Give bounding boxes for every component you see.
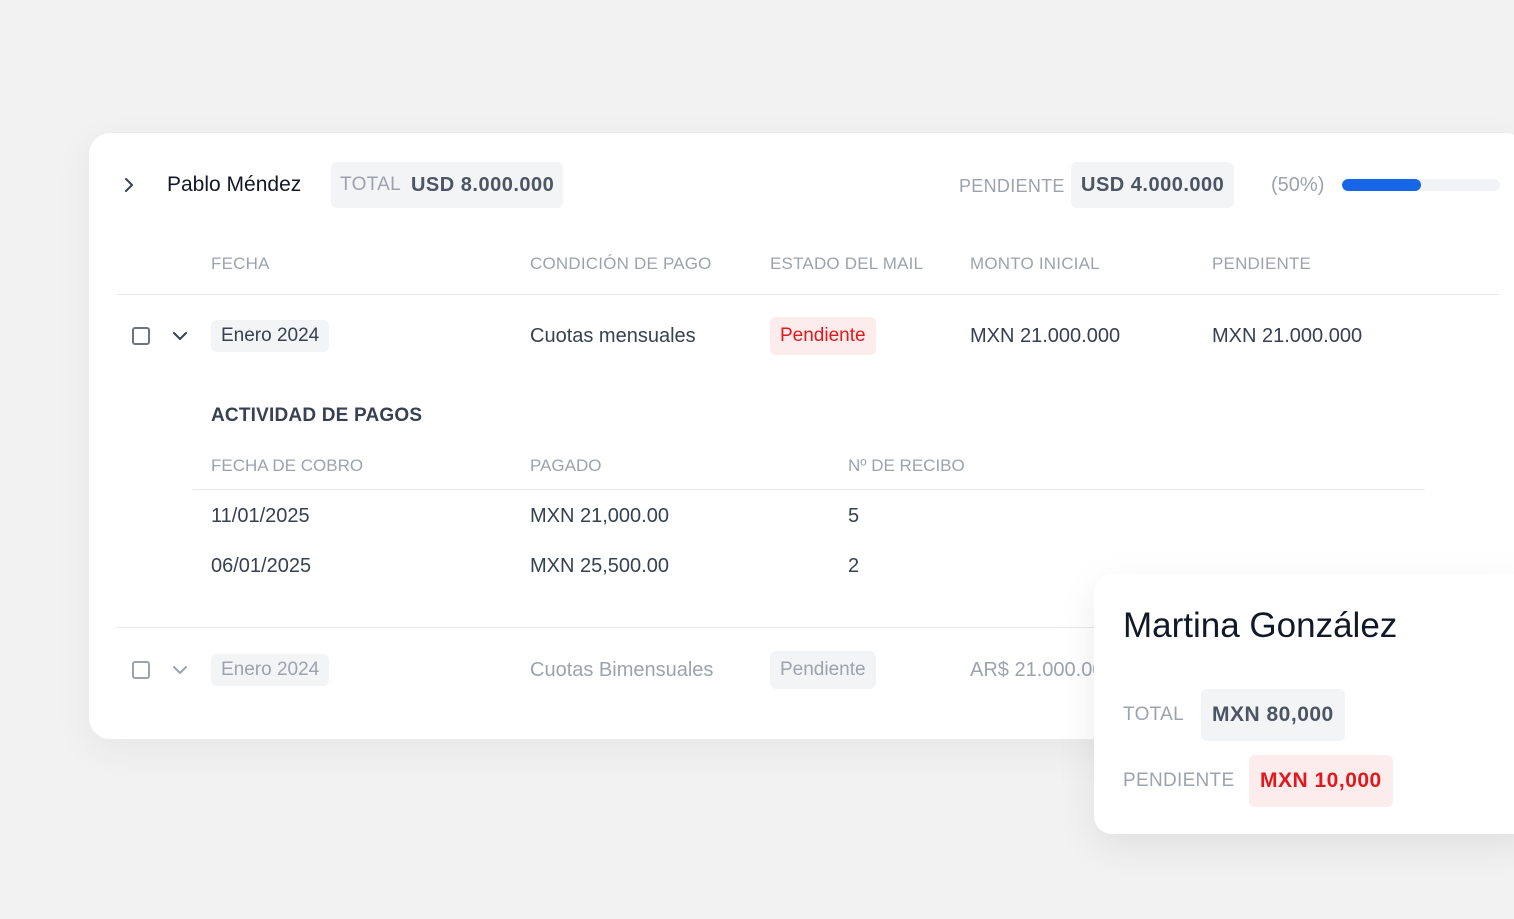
pending-label: PENDIENTE — [959, 176, 1065, 196]
col-header-condicion[interactable]: CONDICIÓN DE PAGO — [530, 254, 712, 274]
chevron-right-icon[interactable] — [119, 175, 139, 195]
payment-amount: MXN 21,000.00 — [530, 505, 669, 527]
popover-total-label: TOTAL — [1123, 704, 1184, 725]
row-condicion: Cuotas mensuales — [530, 325, 696, 347]
col-header-fecha[interactable]: FECHA — [211, 254, 270, 274]
row-condicion: Cuotas Bimensuales — [530, 659, 714, 681]
payment-date: 11/01/2025 — [211, 505, 310, 527]
pending-progress-fill — [1342, 179, 1421, 191]
total-badge: TOTAL USD 8.000.000 — [331, 162, 564, 208]
payment-receipt: 5 — [848, 505, 860, 527]
client-name: Pablo Méndez — [167, 173, 302, 196]
chevron-down-icon[interactable] — [170, 326, 190, 346]
row-monto: MXN 21.000.000 — [970, 325, 1121, 347]
popover-total-value: MXN 80,000 — [1201, 689, 1345, 741]
col-header-estado[interactable]: ESTADO DEL MAIL — [770, 254, 923, 274]
status-badge: Pendiente — [770, 317, 876, 355]
header-divider — [117, 294, 1499, 295]
payment-date: 06/01/2025 — [211, 555, 312, 577]
sub-header-pagado: PAGADO — [530, 456, 602, 475]
pending-progress-bar — [1342, 179, 1500, 191]
payment-receipt: 2 — [848, 555, 860, 577]
status-badge: Pendiente — [770, 651, 876, 689]
row-checkbox[interactable] — [132, 661, 150, 679]
payment-amount: MXN 25,500.00 — [530, 555, 669, 577]
row-date: Enero 2024 — [211, 654, 330, 686]
pending-badge: USD 4.000.000 — [1071, 162, 1235, 208]
popover-pending-label: PENDIENTE — [1123, 770, 1235, 791]
pending-value: USD 4.000.000 — [1081, 173, 1225, 196]
col-header-monto[interactable]: MONTO INICIAL — [970, 254, 1100, 274]
total-label: TOTAL — [340, 174, 401, 195]
row-pendiente: MXN 21.000.000 — [1212, 325, 1363, 347]
col-header-pendiente[interactable]: PENDIENTE — [1212, 254, 1311, 274]
row-date: Enero 2024 — [211, 320, 330, 352]
sub-header-fecha: FECHA DE COBRO — [211, 456, 364, 475]
sub-header-divider — [193, 489, 1425, 490]
payments-activity-title: ACTIVIDAD DE PAGOS — [211, 405, 423, 426]
pending-percent: (50%) — [1271, 174, 1325, 196]
row-checkbox[interactable] — [132, 327, 150, 345]
total-value: USD 8.000.000 — [410, 173, 555, 196]
chevron-down-icon[interactable] — [170, 660, 190, 680]
row-monto: AR$ 21.000.000 — [970, 659, 1115, 681]
popover-client-name: Martina González — [1123, 606, 1398, 645]
popover-pending-value: MXN 10,000 — [1249, 755, 1393, 807]
client-summary-popover: Martina González TOTAL MXN 80,000 PENDIE… — [1094, 574, 1514, 834]
sub-header-recibo: Nº DE RECIBO — [848, 456, 965, 475]
